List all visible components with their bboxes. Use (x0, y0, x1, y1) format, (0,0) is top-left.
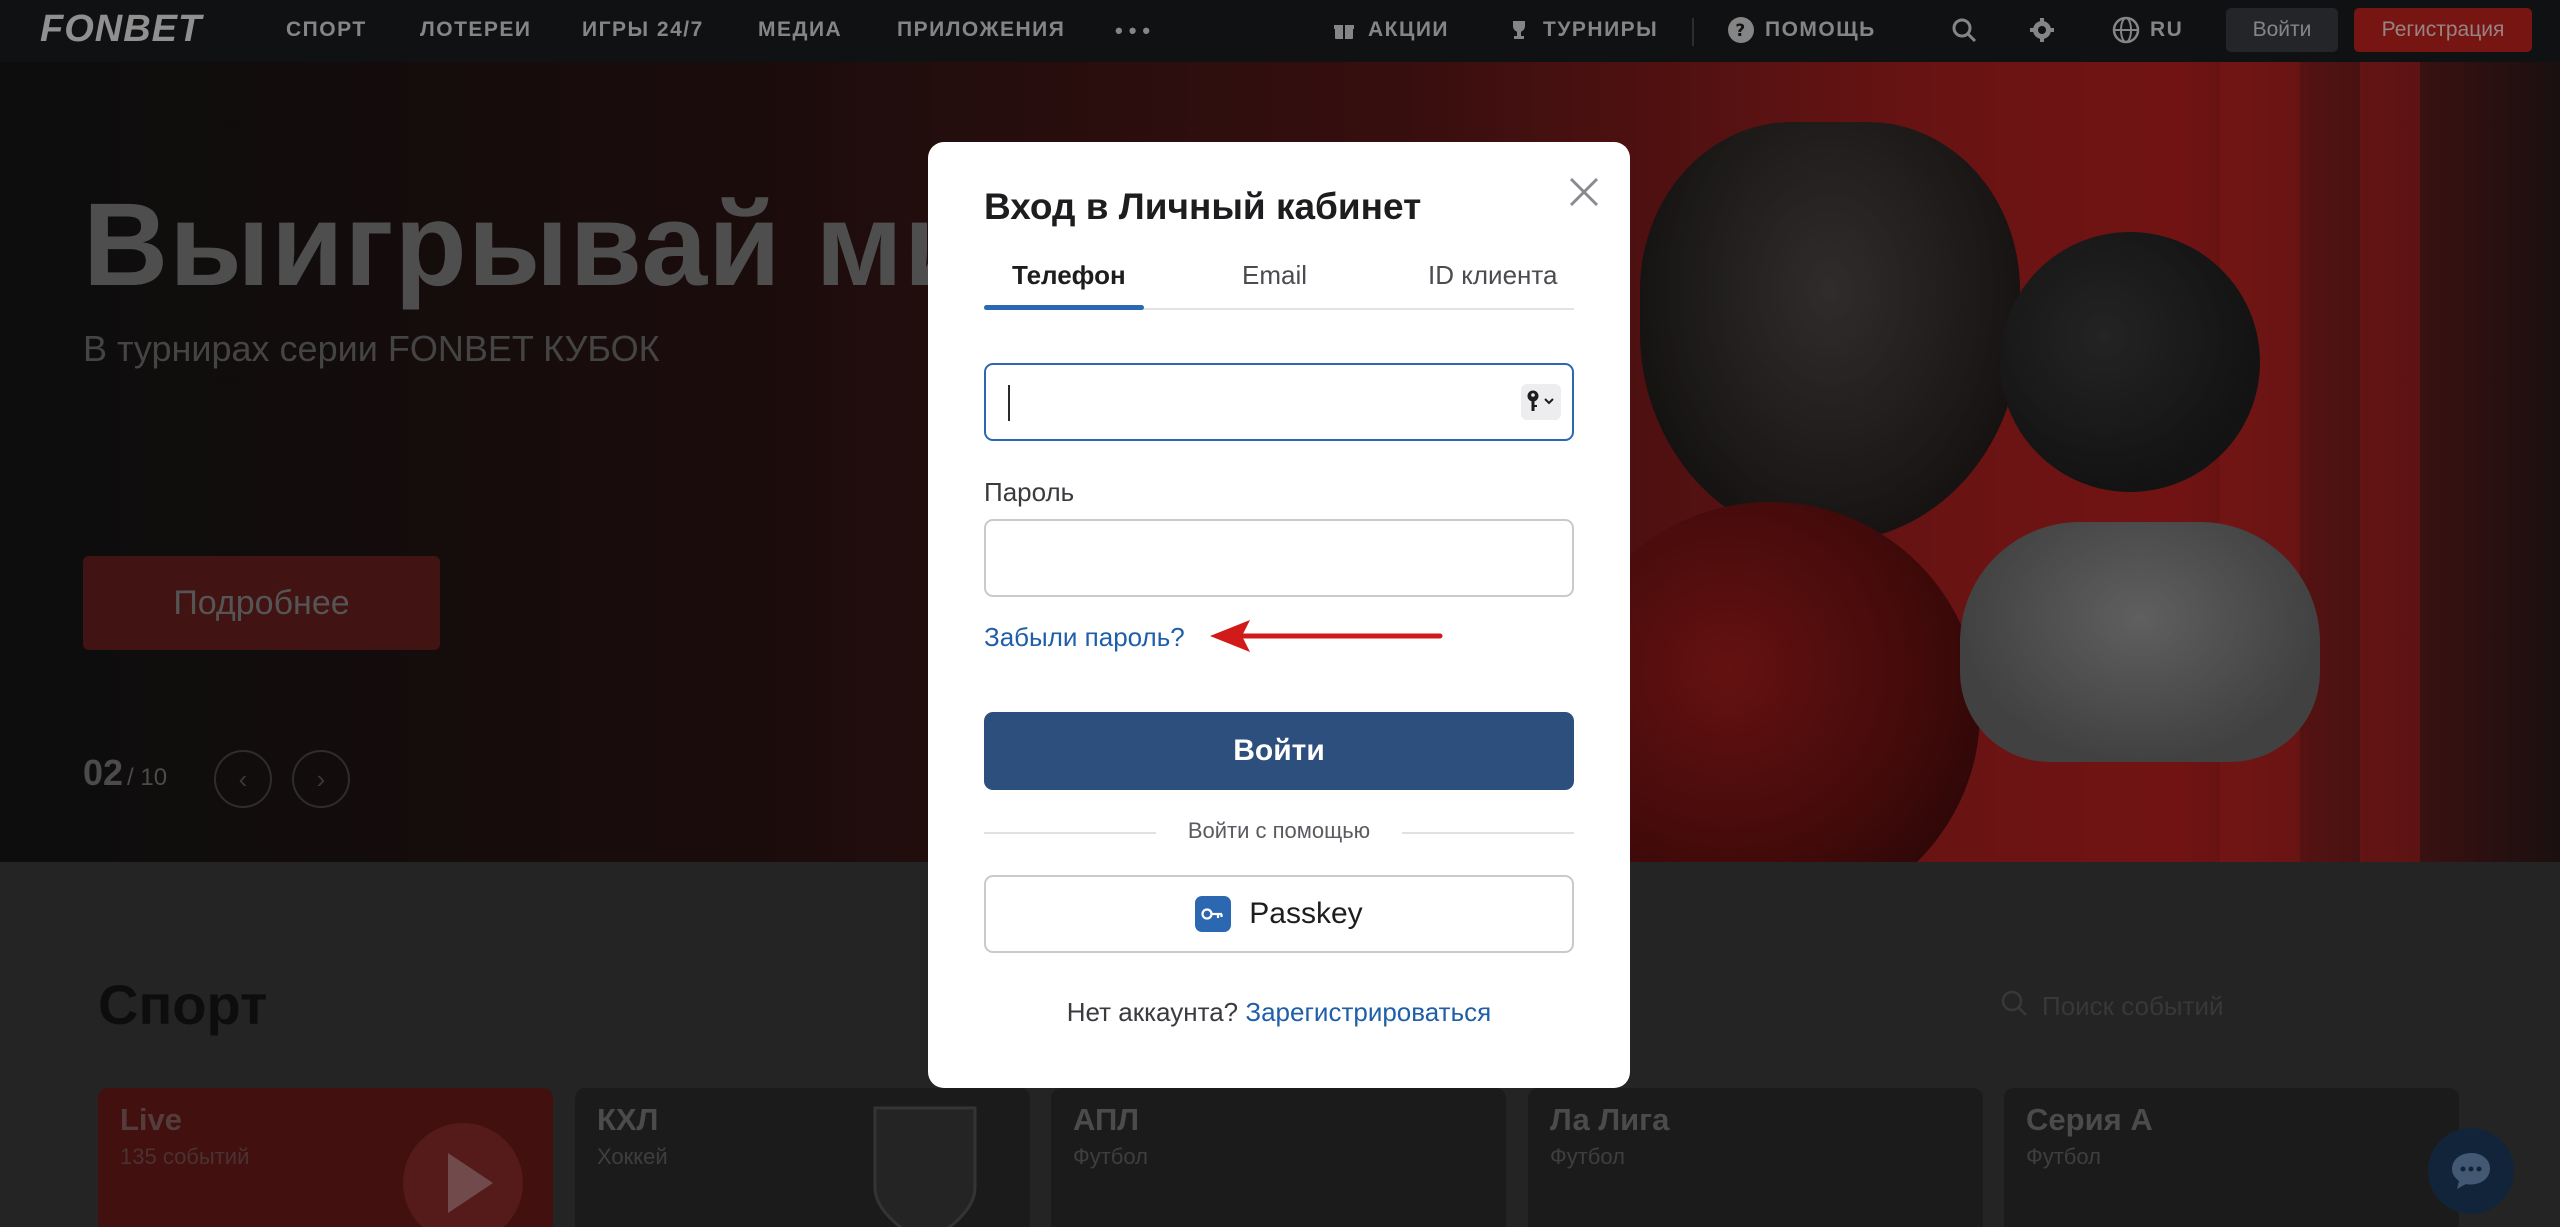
modal-title: Вход в Личный кабинет (984, 186, 1422, 227)
login-method-tabs: Телефон Email ID клиента (984, 252, 1574, 310)
tab-email[interactable]: Email (1242, 260, 1307, 291)
close-button[interactable] (1562, 170, 1606, 214)
alt-login-caption: Войти с помощью (984, 818, 1574, 844)
active-tab-indicator (984, 305, 1144, 310)
login-submit-button[interactable]: Войти (984, 712, 1574, 790)
login-modal: Вход в Личный кабинет Телефон Email ID к… (928, 142, 1630, 1088)
key-icon (1527, 390, 1554, 411)
passkey-login-button[interactable]: Passkey (984, 875, 1574, 953)
alt-login-label: Войти с помощью (1161, 818, 1397, 843)
passkey-label: Passkey (1249, 897, 1363, 930)
no-account-text: Нет аккаунта? (1066, 997, 1239, 1027)
tab-client-id[interactable]: ID клиента (1428, 260, 1557, 291)
password-manager-button[interactable] (1521, 384, 1561, 420)
phone-input[interactable] (984, 363, 1574, 441)
tab-phone[interactable]: Телефон (1012, 260, 1126, 291)
no-account-row: Нет аккаунта? Зарегистрироваться (984, 997, 1574, 1028)
forgot-password-link[interactable]: Забыли пароль? (984, 622, 1185, 653)
text-cursor (1008, 385, 1010, 421)
close-icon (1569, 177, 1599, 207)
passkey-key-icon (1195, 896, 1232, 932)
password-input[interactable] (984, 519, 1574, 597)
register-link[interactable]: Зарегистрироваться (1245, 997, 1491, 1027)
annotation-arrow-icon (1210, 620, 1443, 652)
password-label: Пароль (984, 477, 1075, 507)
